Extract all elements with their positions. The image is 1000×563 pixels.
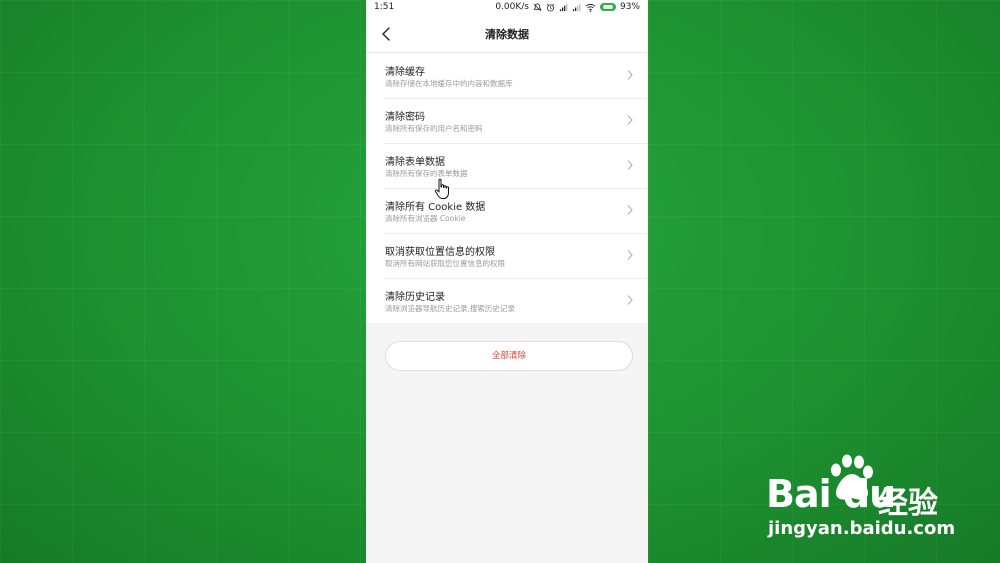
item-title: 清除所有 Cookie 数据 bbox=[385, 202, 486, 213]
item-subtitle: 清除所有保存的用户名和密码 bbox=[385, 124, 483, 133]
item-subtitle: 清除所有保存的表单数据 bbox=[385, 169, 468, 178]
list-item-clear-form-data[interactable]: 清除表单数据 清除所有保存的表单数据 bbox=[366, 143, 648, 188]
item-subtitle: 清除所有浏览器 Cookie bbox=[385, 214, 466, 223]
chevron-right-icon bbox=[627, 205, 633, 215]
page-title: 清除数据 bbox=[485, 28, 529, 41]
watermark-logo-cn: 经验 bbox=[878, 486, 938, 521]
chevron-right-icon bbox=[627, 250, 633, 260]
signal-icon bbox=[559, 3, 568, 11]
item-subtitle: 清除浏览器导航历史记录,搜索历史记录 bbox=[385, 304, 515, 313]
battery-icon bbox=[599, 3, 616, 11]
status-bar: 1:51 0.00K/s 93% bbox=[366, 0, 648, 16]
watermark-logo: Bai du bbox=[766, 472, 896, 516]
chevron-right-icon bbox=[627, 115, 633, 125]
green-backdrop: 1:51 0.00K/s 93% 清除数据 清除缓存 清除存储在本地缓存中的内容… bbox=[0, 0, 1000, 563]
chevron-right-icon bbox=[627, 295, 633, 305]
list-item-revoke-location[interactable]: 取消获取位置信息的权限 取消所有网站获取您位置信息的权限 bbox=[366, 233, 648, 278]
item-subtitle: 清除存储在本地缓存中的内容和数据库 bbox=[385, 79, 513, 88]
item-title: 清除表单数据 bbox=[385, 157, 445, 168]
wifi-icon bbox=[585, 3, 596, 12]
settings-list: 清除缓存 清除存储在本地缓存中的内容和数据库 清除密码 清除所有保存的用户名和密… bbox=[366, 53, 648, 323]
signal-icon bbox=[572, 3, 581, 11]
phone-screen: 1:51 0.00K/s 93% 清除数据 清除缓存 清除存储在本地缓存中的内容… bbox=[366, 0, 648, 563]
item-subtitle: 取消所有网站获取您位置信息的权限 bbox=[385, 259, 505, 268]
baidu-jingyan-watermark: Bai du 经验 jingyan.baidu.com bbox=[760, 452, 980, 552]
status-time: 1:51 bbox=[374, 2, 395, 12]
mute-bell-icon bbox=[533, 2, 542, 11]
list-item-clear-passwords[interactable]: 清除密码 清除所有保存的用户名和密码 bbox=[366, 98, 648, 143]
status-icons: 0.00K/s 93% bbox=[495, 2, 640, 12]
clear-all-button[interactable]: 全部清除 bbox=[385, 341, 633, 371]
item-title: 取消获取位置信息的权限 bbox=[385, 247, 495, 258]
hand-pointer-icon bbox=[434, 178, 449, 199]
item-title: 清除缓存 bbox=[385, 67, 425, 78]
watermark-domain: jingyan.baidu.com bbox=[768, 518, 956, 539]
item-title: 清除密码 bbox=[385, 112, 425, 123]
chevron-right-icon bbox=[627, 160, 633, 170]
battery-percent: 93% bbox=[619, 2, 640, 12]
list-item-clear-cache[interactable]: 清除缓存 清除存储在本地缓存中的内容和数据库 bbox=[366, 53, 648, 98]
alarm-icon bbox=[546, 3, 555, 11]
header-bar: 清除数据 bbox=[366, 16, 648, 53]
list-item-clear-cookies[interactable]: 清除所有 Cookie 数据 清除所有浏览器 Cookie bbox=[366, 188, 648, 233]
list-item-clear-history[interactable]: 清除历史记录 清除浏览器导航历史记录,搜索历史记录 bbox=[366, 278, 648, 323]
network-speed: 0.00K/s bbox=[495, 2, 529, 12]
item-title: 清除历史记录 bbox=[385, 292, 445, 303]
chevron-right-icon bbox=[627, 70, 633, 80]
